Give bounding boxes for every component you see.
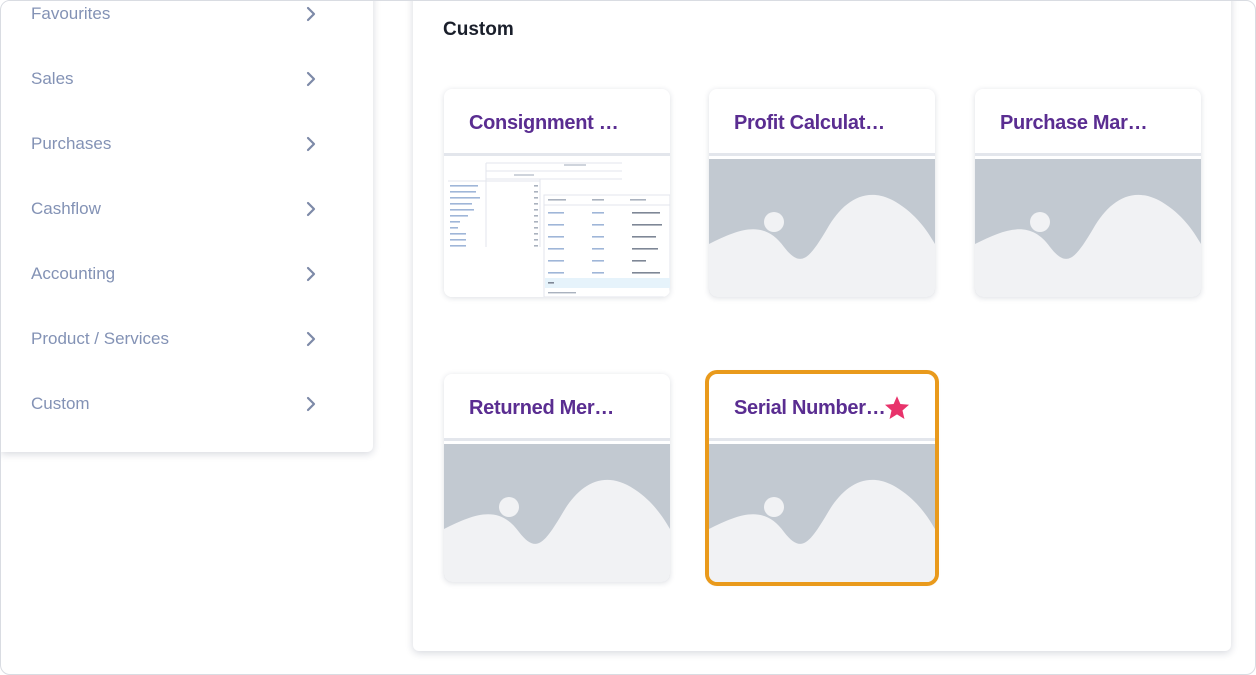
card-header: Serial Number… <box>709 374 935 441</box>
table-report-preview <box>444 159 670 297</box>
app-frame: Favourites Sales Purchases Cashflow Acco… <box>0 0 1256 675</box>
chevron-right-icon <box>303 266 319 282</box>
card-header: Profit Calculat… <box>709 89 935 156</box>
card-title: Returned Mer… <box>469 397 615 419</box>
report-card-serial-number[interactable]: Serial Number… <box>709 374 935 582</box>
report-card-purchase-margin[interactable]: Purchase Mar… <box>975 89 1201 297</box>
chevron-right-icon <box>303 71 319 87</box>
chevron-right-icon <box>303 136 319 152</box>
section-title: Custom <box>443 19 514 40</box>
sidebar-item-label: Favourites <box>31 3 111 23</box>
sidebar-item-label: Purchases <box>31 133 112 153</box>
card-header: Purchase Mar… <box>975 89 1201 156</box>
chevron-right-icon <box>303 331 319 347</box>
sidebar-item-label: Custom <box>31 393 90 413</box>
sidebar-item-sales[interactable]: Sales <box>1 46 373 111</box>
sidebar-item-label: Accounting <box>31 263 116 283</box>
image-placeholder-icon <box>444 444 670 582</box>
report-card-profit-calculation[interactable]: Profit Calculat… <box>709 89 935 297</box>
sidebar-item-label: Sales <box>31 68 74 88</box>
sidebar-item-cashflow[interactable]: Cashflow <box>1 176 373 241</box>
report-category-sidebar: Favourites Sales Purchases Cashflow Acco… <box>1 1 373 452</box>
sidebar-item-product-services[interactable]: Product / Services <box>1 306 373 371</box>
report-card-returned-merchandise[interactable]: Returned Mer… <box>444 374 670 582</box>
sidebar-item-favourites[interactable]: Favourites <box>1 1 373 46</box>
card-title: Serial Number… <box>734 397 886 419</box>
sidebar-item-purchases[interactable]: Purchases <box>1 111 373 176</box>
report-list-panel: Custom Consignment … Profit Calculat… Pu… <box>413 1 1231 651</box>
image-placeholder-icon <box>975 159 1201 297</box>
card-header: Returned Mer… <box>444 374 670 441</box>
image-placeholder-icon <box>709 159 935 297</box>
sidebar-item-label: Product / Services <box>31 328 169 348</box>
card-header: Consignment … <box>444 89 670 156</box>
chevron-right-icon <box>303 396 319 412</box>
chevron-right-icon <box>303 201 319 217</box>
sidebar-item-custom[interactable]: Custom <box>1 371 373 436</box>
image-placeholder-icon <box>709 444 935 582</box>
favourite-star-icon[interactable] <box>883 394 911 422</box>
card-title: Consignment … <box>469 112 619 134</box>
card-title: Profit Calculat… <box>734 112 885 134</box>
sidebar-item-accounting[interactable]: Accounting <box>1 241 373 306</box>
report-card-consignment[interactable]: Consignment … <box>444 89 670 297</box>
chevron-right-icon <box>303 6 319 22</box>
card-title: Purchase Mar… <box>1000 112 1148 134</box>
sidebar-item-label: Cashflow <box>31 198 101 218</box>
